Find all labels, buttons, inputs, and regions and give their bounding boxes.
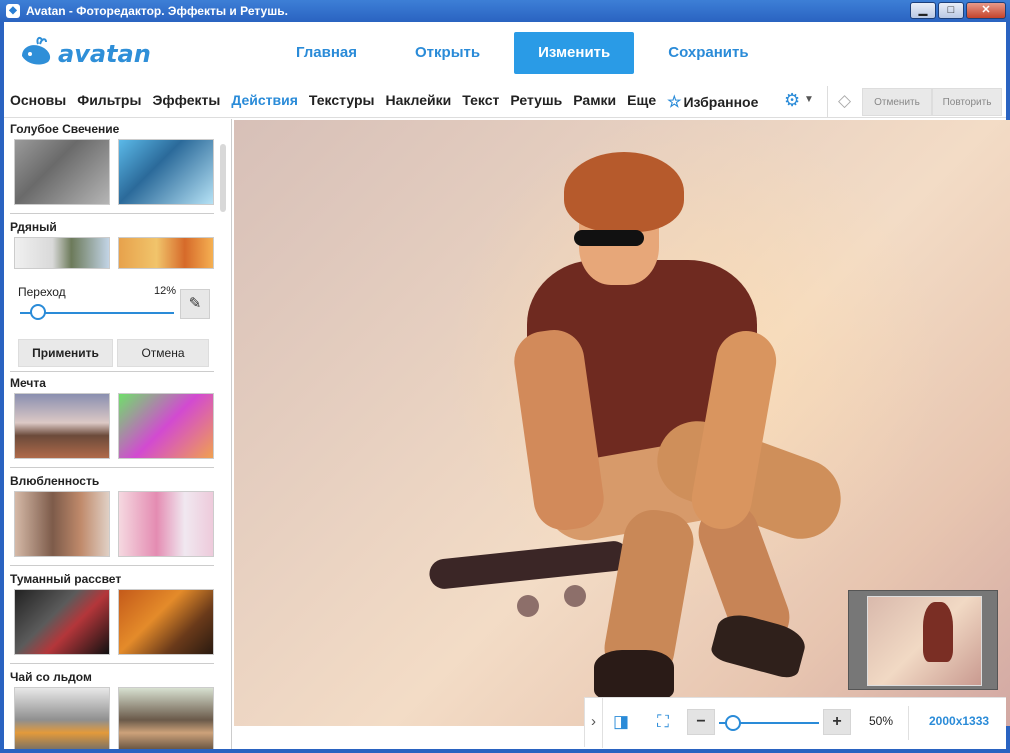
divider bbox=[10, 371, 214, 372]
brush-icon: ✎ bbox=[188, 295, 202, 312]
close-button[interactable]: ✕ bbox=[966, 2, 1006, 19]
gear-icon[interactable]: ⚙ bbox=[784, 90, 800, 111]
person-sunglasses bbox=[574, 230, 644, 246]
person-shoe bbox=[709, 609, 809, 681]
tab-retouch[interactable]: Ретушь bbox=[510, 92, 562, 112]
effect-item: Мечта bbox=[4, 373, 214, 471]
effect-item: Влюбленность bbox=[4, 471, 214, 569]
undo-button[interactable]: Отменить bbox=[862, 88, 932, 116]
tab-frames[interactable]: Рамки bbox=[573, 92, 616, 112]
effect-thumb-after[interactable] bbox=[118, 491, 214, 557]
chevron-down-icon[interactable]: ▼ bbox=[804, 94, 814, 105]
app-window: avatan Главная Открыть Изменить Сохранит… bbox=[0, 22, 1010, 753]
apply-button[interactable]: Применить bbox=[18, 339, 113, 367]
nav-home[interactable]: Главная bbox=[272, 32, 381, 74]
navigator-person bbox=[923, 602, 953, 662]
zoom-out-button[interactable]: − bbox=[687, 709, 715, 735]
star-icon: ☆ bbox=[667, 94, 682, 111]
layers-icon[interactable]: ◇ bbox=[838, 91, 851, 111]
effect-name: Мечта bbox=[10, 376, 46, 390]
brush-button[interactable]: ✎ bbox=[180, 289, 210, 319]
tab-basics[interactable]: Основы bbox=[10, 92, 66, 112]
effect-name: Влюбленность bbox=[10, 474, 100, 488]
photo-canvas[interactable] bbox=[234, 120, 1010, 726]
effect-item: Рдяный Переход 12% ✎ Применить Отмена bbox=[4, 217, 214, 373]
tab-filters[interactable]: Фильтры bbox=[77, 92, 141, 112]
effect-thumb-before[interactable] bbox=[14, 687, 110, 749]
effect-thumb-after[interactable] bbox=[118, 393, 214, 459]
navigator-preview[interactable] bbox=[848, 590, 998, 690]
divider bbox=[10, 663, 214, 664]
category-tabs-bar: Основы Фильтры Эффекты Действия Текстуры… bbox=[4, 86, 1006, 118]
window-controls: ▁ □ ✕ bbox=[910, 2, 1006, 19]
transition-value: 12% bbox=[154, 285, 177, 297]
panel-scrollbar[interactable] bbox=[220, 144, 226, 212]
fit-screen-icon[interactable]: ⛶ bbox=[651, 710, 675, 734]
effect-name: Голубое Свечение bbox=[10, 122, 120, 136]
skateboard-wheel bbox=[564, 585, 586, 607]
avatan-whale-icon: ◆ bbox=[6, 4, 20, 18]
effect-name: Рдяный bbox=[10, 220, 57, 234]
divider bbox=[10, 565, 214, 566]
logo-text: avatan bbox=[58, 40, 151, 68]
effect-item: Туманный рассвет bbox=[4, 569, 214, 667]
effect-name: Туманный рассвет bbox=[10, 572, 122, 586]
divider bbox=[10, 467, 214, 468]
whale-icon bbox=[22, 36, 51, 65]
effect-thumb-after[interactable] bbox=[118, 139, 214, 205]
avatan-logo[interactable]: avatan bbox=[18, 34, 151, 74]
divider bbox=[908, 706, 909, 740]
minimize-button[interactable]: ▁ bbox=[910, 2, 936, 19]
window-title: Avatan - Фотоpедактор. Эффекты и Ретушь. bbox=[26, 4, 288, 18]
nav-open[interactable]: Открыть bbox=[391, 32, 504, 74]
effect-thumb-before[interactable] bbox=[14, 139, 110, 205]
main-navigation: Главная Открыть Изменить Сохранить bbox=[272, 32, 783, 74]
zoom-slider-knob[interactable] bbox=[725, 715, 741, 731]
divider bbox=[827, 86, 828, 118]
effect-item: Голубое Свечение bbox=[4, 119, 214, 217]
cancel-button[interactable]: Отмена bbox=[117, 339, 209, 367]
effect-thumb-after[interactable] bbox=[118, 589, 214, 655]
tab-textures[interactable]: Текстуры bbox=[309, 92, 375, 112]
effect-thumb-before[interactable] bbox=[14, 589, 110, 655]
redo-button[interactable]: Повторить bbox=[932, 88, 1002, 116]
effect-item: Чай со льдом bbox=[4, 667, 214, 749]
skateboard-wheel bbox=[517, 595, 539, 617]
effects-panel: Голубое Свечение Рдяный Переход 12% ✎ Пр… bbox=[4, 119, 232, 749]
tab-favorites-label: Избранное bbox=[683, 94, 759, 110]
tab-text[interactable]: Текст bbox=[462, 92, 499, 112]
transition-label: Переход bbox=[18, 285, 66, 299]
tab-actions[interactable]: Действия bbox=[231, 92, 298, 112]
effect-thumb-before[interactable] bbox=[14, 393, 110, 459]
tab-more[interactable]: Еще bbox=[627, 92, 656, 112]
image-dimensions[interactable]: 2000x1333 bbox=[929, 714, 989, 728]
person-shoe bbox=[594, 650, 674, 700]
nav-save[interactable]: Сохранить bbox=[644, 32, 772, 74]
effect-thumb-before[interactable] bbox=[14, 237, 110, 269]
tab-favorites[interactable]: ☆ Избранное bbox=[667, 92, 758, 112]
divider bbox=[10, 213, 214, 214]
person-hair bbox=[564, 152, 684, 232]
compare-split-icon[interactable]: ◨ bbox=[611, 712, 631, 732]
category-tabs: Основы Фильтры Эффекты Действия Текстуры… bbox=[10, 92, 769, 112]
chevron-right-icon[interactable]: › bbox=[585, 698, 603, 748]
zoom-level: 50% bbox=[869, 714, 894, 728]
navigator-thumbnail bbox=[867, 596, 982, 686]
zoom-toolbar: › ◨ ⛶ − + 50% 2000x1333 bbox=[584, 697, 1006, 748]
maximize-button[interactable]: □ bbox=[938, 2, 964, 19]
zoom-in-button[interactable]: + bbox=[823, 709, 851, 735]
effect-thumb-before[interactable] bbox=[14, 491, 110, 557]
window-titlebar: ◆ Avatan - Фотоpедактор. Эффекты и Ретуш… bbox=[0, 0, 1010, 22]
tab-effects[interactable]: Эффекты bbox=[152, 92, 220, 112]
effect-thumb-after[interactable] bbox=[118, 687, 214, 749]
nav-edit[interactable]: Изменить bbox=[514, 32, 635, 74]
effect-name: Чай со льдом bbox=[10, 670, 92, 684]
effect-thumb-after[interactable] bbox=[118, 237, 214, 269]
tab-stickers[interactable]: Наклейки bbox=[385, 92, 451, 112]
transition-slider-knob[interactable] bbox=[30, 304, 47, 320]
